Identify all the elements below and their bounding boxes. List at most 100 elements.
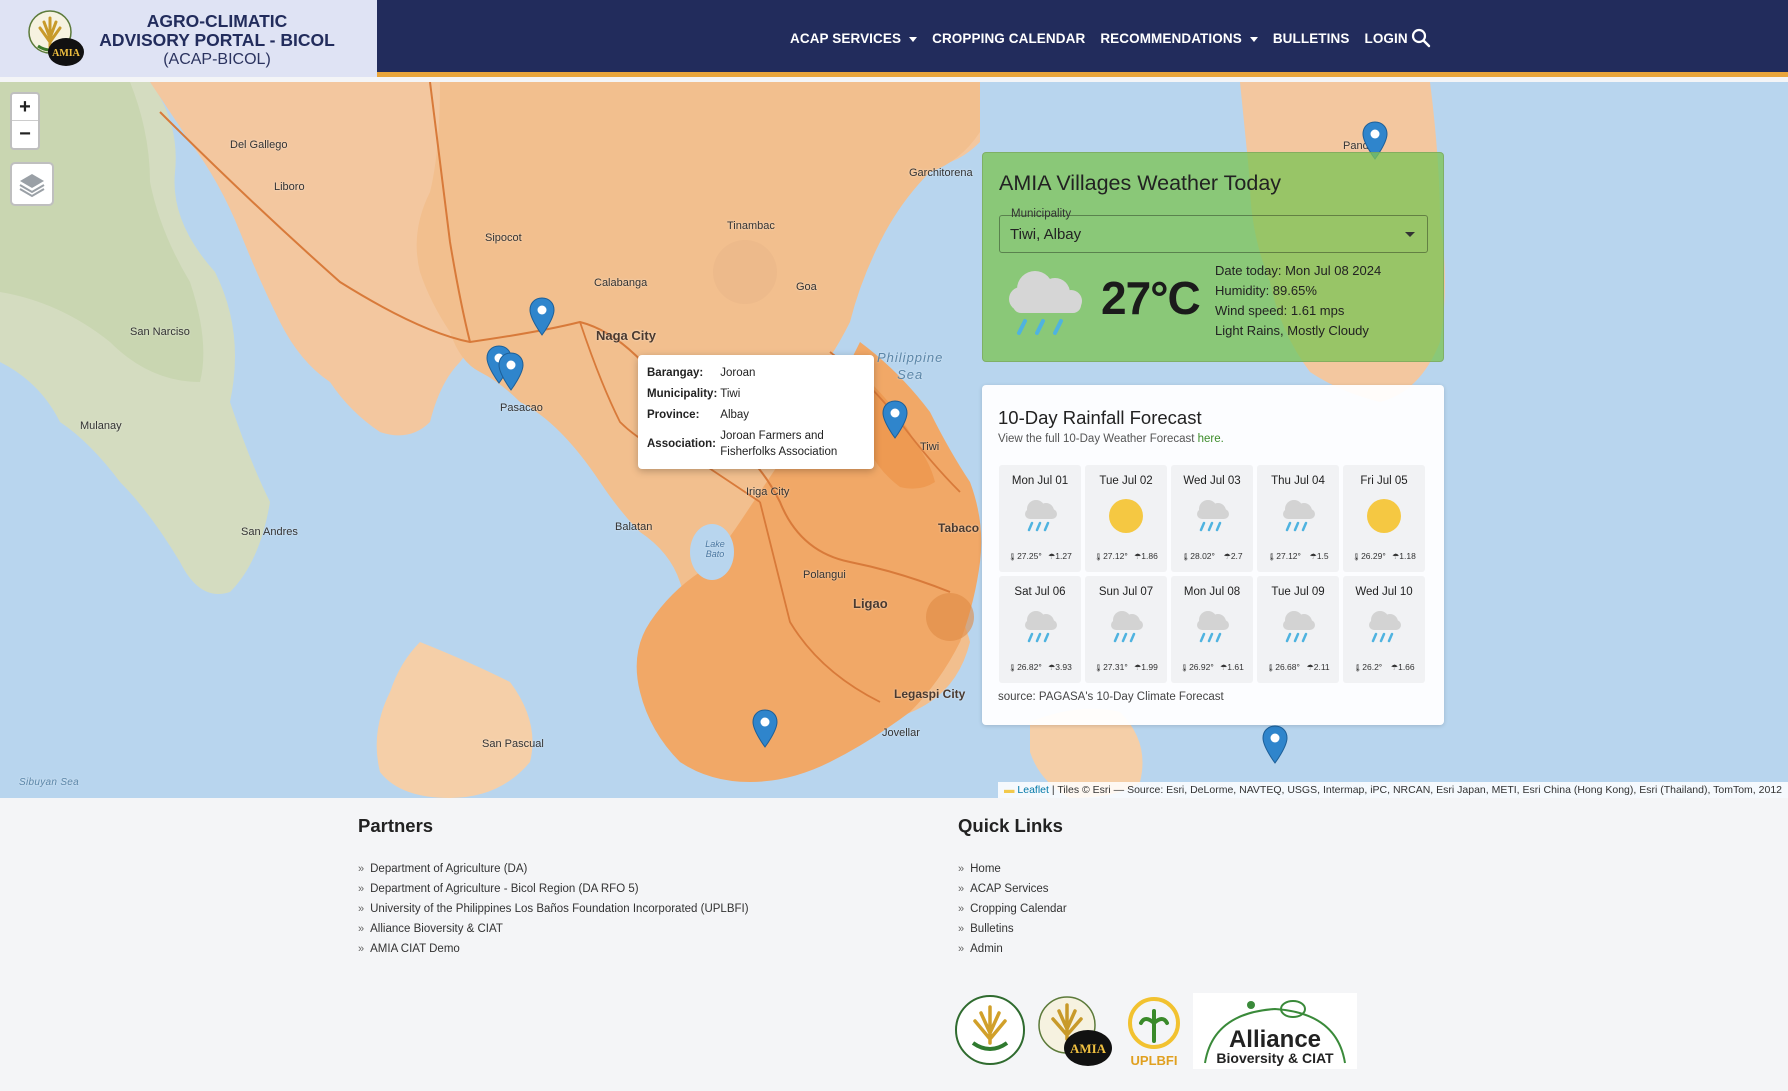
nav-acap-services[interactable]: ACAP SERVICES [790,28,918,48]
partners-section: Partners » Department of Agriculture (DA)… [358,815,749,959]
forecast-day-name: Wed Jul 10 [1355,586,1413,598]
map-marker-icon[interactable] [529,297,555,337]
quick-link-bulletins[interactable]: » Bulletins [958,919,1067,939]
partner-link[interactable]: » Department of Agriculture (DA) [358,859,749,879]
nav-login[interactable]: LOGIN [1364,28,1407,48]
forecast-day-card: Tue Jul 09 🌡26.68° ☂2.11 [1257,576,1339,683]
sun-icon [1363,495,1405,537]
svg-text:AMIA: AMIA [1070,1041,1107,1056]
forecast-day-meta: 🌡26.82° ☂3.93 [999,662,1081,672]
map-label: San Pascual [482,738,544,750]
da-bicol-logo [955,995,1025,1065]
quick-links-section: Quick Links » Home » ACAP Services » Croppi… [958,815,1067,959]
amia-logo: AMIA [28,10,84,66]
forecast-day-name: Sun Jul 07 [1098,586,1154,598]
brand-line-2: ADVISORY PORTAL - BICOL [99,30,335,50]
forecast-day-card: Mon Jul 08 🌡26.92° ☂1.61 [1171,576,1253,683]
forecast-day-rainfall: ☂1.61 [1220,662,1244,672]
map-marker-icon[interactable] [1262,725,1288,765]
forecast-day-temp: 🌡27.31° [1094,662,1128,672]
forecast-day-card: Sat Jul 06 🌡26.82° ☂3.93 [999,576,1081,683]
thermometer-icon: 🌡 [1353,665,1363,672]
weather-wind: Wind speed: 1.61 mps [1215,303,1345,318]
forecast-day-card: Mon Jul 01 🌡27.25° ☂1.27 [999,465,1081,572]
partner-link[interactable]: » University of the Philippines Los Baños… [358,899,749,919]
forecast-day-temp: 🌡27.12° [1267,551,1301,561]
forecast-day-card: Wed Jul 03 🌡28.02° ☂2.7 [1171,465,1253,572]
map-label: Liboro [274,181,305,193]
map-label: Sipocot [485,232,522,244]
quick-link-cropping-calendar[interactable]: » Cropping Calendar [958,899,1067,919]
forecast-day-temp: 🌡27.25° [1008,551,1042,561]
forecast-day-temp: 🌡26.82° [1008,662,1042,672]
chevron-down-icon [909,36,918,42]
map-area[interactable]: Del Gallego Liboro Sipocot Garchitorena … [0,82,1788,798]
chevron-down-icon [1249,36,1258,42]
forecast-day-rainfall: ☂2.11 [1306,662,1330,672]
map-marker-icon[interactable] [882,400,908,440]
map-label: Del Gallego [230,139,288,151]
zoom-out-button[interactable]: − [12,121,38,148]
alliance-logo: Alliance Bioversity & CIAT [1193,993,1357,1069]
rainfall-forecast-card: 10-Day Rainfall Forecast View the full 1… [982,385,1444,725]
popup-association: Joroan Farmers and Fisherfolks Associati… [720,430,838,458]
rainfall-subtitle: View the full 10-Day Weather Forecast he… [998,433,1224,445]
rain-cloud-icon [1277,606,1319,648]
chevron-right-icon: » [358,923,365,935]
map-marker-icon[interactable] [752,709,778,749]
partner-link[interactable]: » AMIA CIAT Demo [358,939,749,959]
forecast-day-meta: 🌡26.2° ☂1.66 [1343,662,1425,672]
chevron-right-icon: » [958,883,965,895]
rain-cloud-icon [1009,271,1082,335]
weather-humidity: Humidity: 89.65% [1215,283,1317,298]
layers-button[interactable] [10,162,54,206]
partner-link[interactable]: » Alliance Bioversity & CIAT [358,919,749,939]
popup-label: Municipality: [647,388,718,400]
municipality-select-value: Tiwi, Albay [1010,226,1082,243]
popup-municipality: Tiwi [720,388,741,400]
quick-link-acap-services[interactable]: » ACAP Services [958,879,1067,899]
thermometer-icon: 🌡 [1094,665,1104,672]
forecast-day-rainfall: ☂1.27 [1048,551,1072,561]
map-attribution: ▬ Leaflet | Tiles © Esri — Source: Esri,… [997,782,1788,798]
quick-link-admin[interactable]: » Admin [958,939,1067,959]
svg-text:UPLBFI: UPLBFI [1131,1053,1178,1068]
map-label: Legaspi City [894,687,966,701]
forecast-day-name: Mon Jul 08 [1183,586,1241,598]
chevron-right-icon: » [358,943,365,955]
map-label: Garchitorena [909,167,973,179]
brand-line-3: (ACAP-BICOL) [163,51,271,68]
forecast-day-name: Wed Jul 03 [1183,475,1241,487]
full-forecast-link[interactable]: here. [1198,433,1224,445]
municipality-select[interactable]: Municipality Tiwi, Albay [999,208,1428,253]
weather-details: Date today: Mon Jul 08 2024 Humidity: 89… [1215,261,1381,341]
map-label: Jovellar [882,727,920,739]
leaflet-link[interactable]: Leaflet [1017,784,1049,796]
map-label: Ligao [853,596,888,611]
forecast-day-card: Thu Jul 04 🌡27.12° ☂1.5 [1257,465,1339,572]
forecast-day-temp: 🌡26.68° [1266,662,1300,672]
map-label: Naga City [596,328,656,343]
layers-icon [19,174,45,198]
marker-popup: Barangay: Joroan Municipality: Tiwi Provin… [638,355,874,469]
forecast-day-name: Mon Jul 01 [1011,475,1069,487]
thermometer-icon: 🌡 [1266,665,1276,672]
thermometer-icon: 🌡 [1008,665,1018,672]
zoom-in-button[interactable]: + [12,94,38,121]
map-marker-icon[interactable] [498,352,524,392]
nav-cropping-calendar[interactable]: CROPPING CALENDAR [932,28,1085,48]
nav-recommendations[interactable]: RECOMMENDATIONS [1100,28,1258,48]
search-icon[interactable] [1410,27,1432,49]
nav-bulletins[interactable]: BULLETINS [1273,28,1350,48]
forecast-day-name: Tue Jul 09 [1271,586,1325,598]
brand[interactable]: AMIA AGRO-CLIMATIC ADVISORY PORTAL - BIC… [0,0,377,77]
rain-cloud-icon [1363,606,1405,648]
quick-link-home[interactable]: » Home [958,859,1067,879]
partner-link[interactable]: » Department of Agriculture - Bicol Regio… [358,879,749,899]
forecast-day-rainfall: ☂1.18 [1392,551,1416,561]
forecast-day-rainfall: ☂1.66 [1390,662,1415,672]
map-label: Tiwi [920,441,940,453]
rain-cloud-icon [1105,606,1147,648]
forecast-day-card: Tue Jul 02 🌡27.12° ☂1.86 [1085,465,1167,572]
forecast-day-rainfall: ☂2.7 [1223,551,1243,561]
